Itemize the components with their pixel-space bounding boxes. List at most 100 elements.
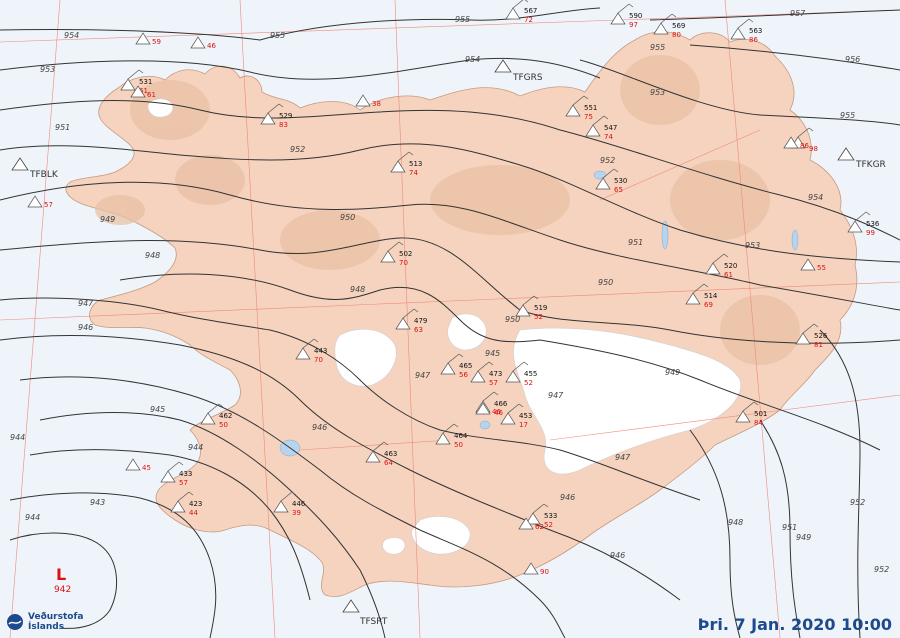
pressure-value: 433 bbox=[179, 470, 192, 478]
isobar-label: 956 bbox=[845, 55, 860, 64]
weather-map: 954 955 955 957 956 953 954 955 955 953 … bbox=[0, 0, 900, 638]
glacier-drangajokull bbox=[147, 98, 174, 118]
isobar-label: 943 bbox=[90, 498, 105, 507]
temperature-value: 80 bbox=[672, 31, 681, 39]
glacier-eyjafjallajokull bbox=[382, 537, 406, 555]
isobar-label: 955 bbox=[650, 43, 665, 52]
pressure-value: 563 bbox=[749, 27, 762, 35]
isobar-label: 950 bbox=[340, 213, 355, 222]
temperature-value: 39 bbox=[292, 509, 301, 517]
temperature-value: 99 bbox=[866, 229, 875, 237]
isobar-label: 955 bbox=[455, 15, 470, 24]
logo-line2: Íslands bbox=[28, 622, 65, 632]
isobar-label: 949 bbox=[100, 215, 115, 224]
temperature-value: 69 bbox=[704, 301, 713, 309]
temperature-value: 74 bbox=[409, 169, 418, 177]
pressure-value: 455 bbox=[524, 370, 537, 378]
temperature-value: 17 bbox=[519, 421, 528, 429]
isobar-label: 951 bbox=[782, 523, 797, 532]
isobar-label: 954 bbox=[808, 193, 823, 202]
temperature-value: 46 bbox=[207, 42, 216, 50]
pressure-value: 501 bbox=[754, 410, 767, 418]
pressure-value: 446 bbox=[292, 500, 306, 508]
isobar-label: 952 bbox=[874, 565, 889, 574]
lake-thorisvatn bbox=[479, 420, 491, 430]
isobar-label: 955 bbox=[840, 111, 855, 120]
pressure-value: 530 bbox=[614, 177, 627, 185]
temperature-value: 50 bbox=[454, 441, 463, 449]
station-label: TFSRT bbox=[359, 617, 388, 627]
logo-line1: Veðurstofa bbox=[28, 612, 84, 622]
isobar-label: 952 bbox=[850, 498, 865, 507]
pressure-value: 526 bbox=[814, 332, 828, 340]
pressure-value: 513 bbox=[409, 160, 422, 168]
station-label: TFKGR bbox=[855, 160, 886, 170]
station-label: TFGRS bbox=[512, 73, 543, 83]
pressure-value: 464 bbox=[454, 432, 468, 440]
pressure-value: 453 bbox=[519, 412, 532, 420]
isobar-label: 952 bbox=[290, 145, 305, 154]
isobar-label: 957 bbox=[790, 9, 806, 18]
isobar-label: 944 bbox=[25, 513, 40, 522]
temperature-value: 52 bbox=[524, 379, 533, 387]
pressure-value: 536 bbox=[866, 220, 880, 228]
temperature-value: 57 bbox=[489, 379, 498, 387]
temperature-value: 83 bbox=[279, 121, 288, 129]
pressure-value: 569 bbox=[672, 22, 685, 30]
pressure-value: 466 bbox=[494, 400, 508, 408]
temperature-value: 90 bbox=[540, 568, 549, 576]
isobar-label: 951 bbox=[55, 123, 70, 132]
isobar-label: 955 bbox=[270, 31, 285, 40]
temperature-value: 72 bbox=[524, 16, 533, 24]
temperature-value: 98 bbox=[809, 145, 818, 153]
pressure-value: 473 bbox=[489, 370, 502, 378]
isobar-label: 946 bbox=[78, 323, 93, 332]
isobar-label: 946 bbox=[610, 551, 625, 560]
isobar-label: 950 bbox=[598, 278, 613, 287]
pressure-value: 462 bbox=[219, 412, 232, 420]
temperature-value: 63 bbox=[414, 326, 423, 334]
isobar-label: 945 bbox=[150, 405, 165, 414]
temperature-value: 44 bbox=[189, 509, 198, 517]
pressure-value: 551 bbox=[584, 104, 597, 112]
temperature-value: 81 bbox=[814, 341, 823, 349]
temperature-value: 57 bbox=[44, 201, 53, 209]
temperature-value: 62 bbox=[535, 523, 544, 531]
temperature-value: 70 bbox=[399, 259, 408, 267]
pressure-value: 479 bbox=[414, 317, 427, 325]
pressure-value: 547 bbox=[604, 124, 617, 132]
temperature-value: 57 bbox=[179, 479, 188, 487]
temperature-value: 46 bbox=[492, 408, 501, 416]
temperature-value: 59 bbox=[152, 38, 161, 46]
isobar-label: 946 bbox=[560, 493, 575, 502]
low-pressure-value: 942 bbox=[54, 585, 71, 595]
pressure-value: 423 bbox=[189, 500, 202, 508]
pressure-value: 590 bbox=[629, 12, 642, 20]
isobar-label: 947 bbox=[548, 391, 564, 400]
temperature-value: 64 bbox=[384, 459, 393, 467]
isobar-label: 948 bbox=[728, 518, 743, 527]
isobar-label: 944 bbox=[188, 443, 203, 452]
temperature-value: 61 bbox=[724, 271, 733, 279]
isobar-label: 951 bbox=[628, 238, 643, 247]
temperature-value: 65 bbox=[614, 186, 623, 194]
pressure-value: 533 bbox=[544, 512, 557, 520]
isobar-label: 948 bbox=[350, 285, 365, 294]
temperature-value: 45 bbox=[142, 464, 151, 472]
isobar-label: 952 bbox=[600, 156, 615, 165]
logo-icon bbox=[7, 614, 23, 630]
isobar-label: 953 bbox=[40, 65, 55, 74]
isobar-label: 948 bbox=[145, 251, 160, 260]
temperature-value: 52 bbox=[534, 313, 543, 321]
pressure-value: 502 bbox=[399, 250, 412, 258]
pressure-value: 463 bbox=[384, 450, 397, 458]
isobar-label: 946 bbox=[312, 423, 327, 432]
isobar-label: 949 bbox=[665, 368, 680, 377]
isobar-label: 947 bbox=[615, 453, 631, 462]
vedurstofa-logo: Veðurstofa Íslands bbox=[6, 612, 83, 632]
low-symbol: L bbox=[56, 565, 66, 584]
temperature-value: 70 bbox=[314, 356, 323, 364]
pressure-value: 520 bbox=[724, 262, 737, 270]
isobar-label: 945 bbox=[485, 349, 500, 358]
pressure-value: 531 bbox=[139, 78, 152, 86]
